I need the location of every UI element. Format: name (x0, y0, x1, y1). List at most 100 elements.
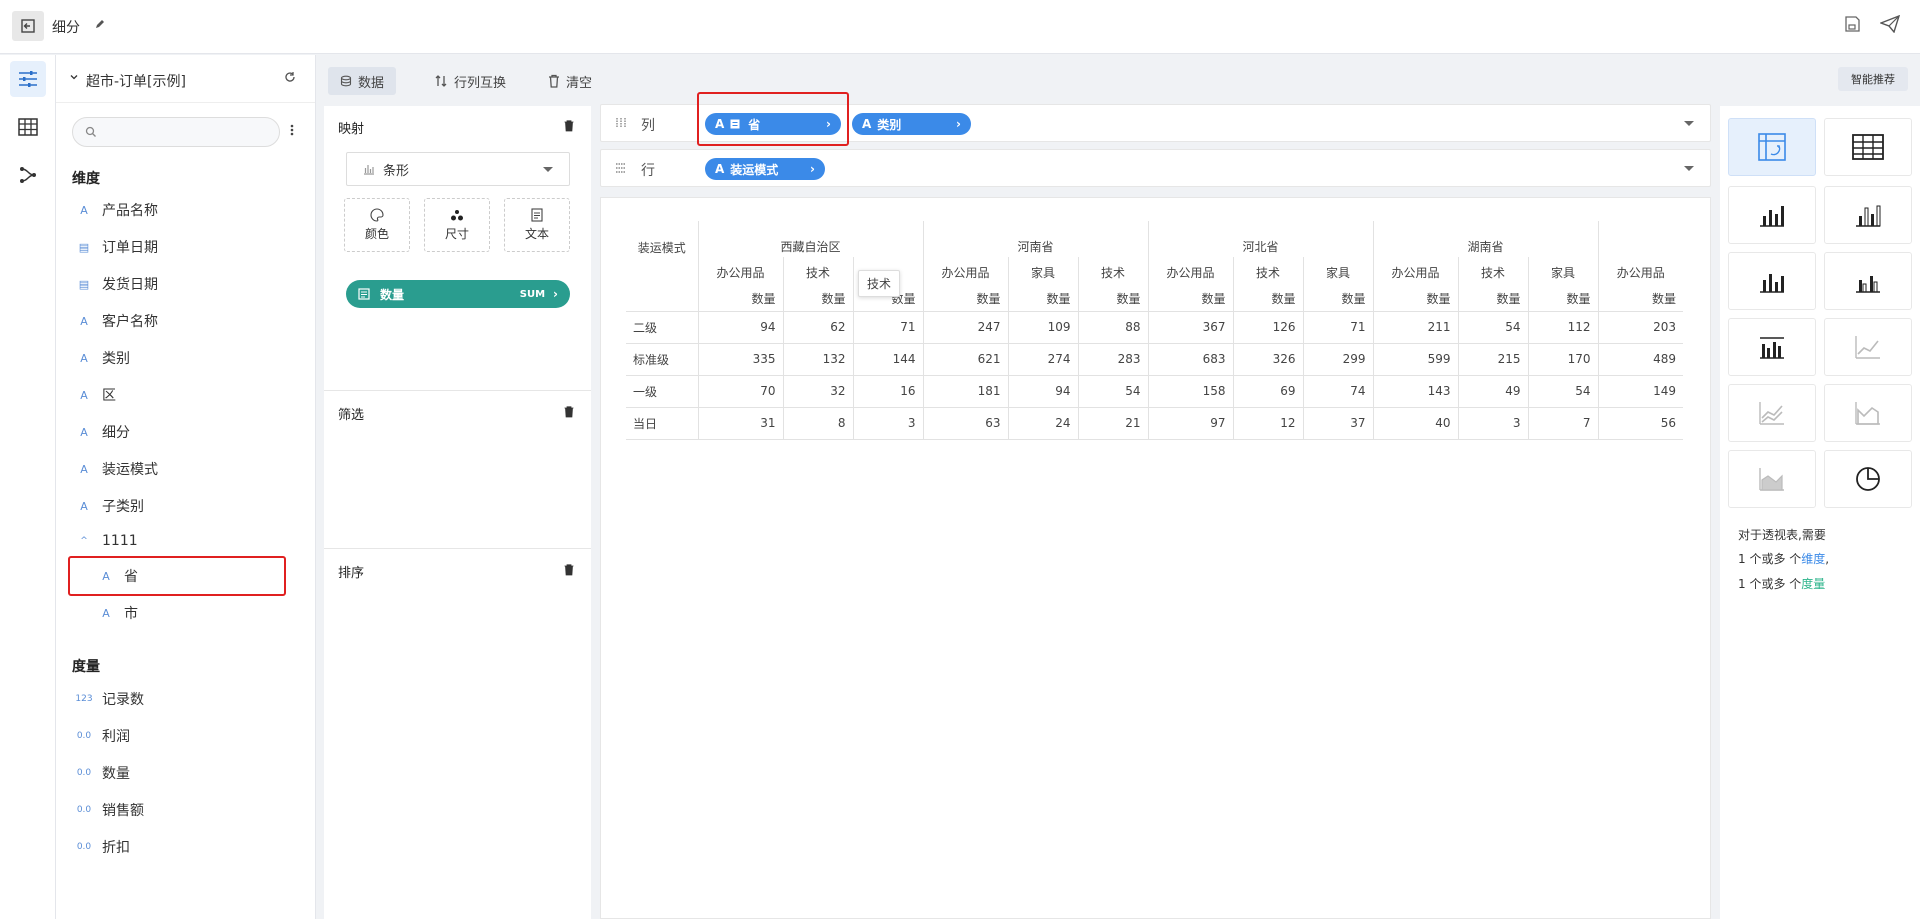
field-item[interactable]: A 细分 (72, 420, 302, 444)
trash-icon[interactable] (564, 406, 574, 418)
data-tab-button[interactable]: 数据 (328, 67, 397, 95)
hint-measure: 度量 (1801, 577, 1826, 591)
category-header: 技术 (1457, 257, 1528, 287)
sliders-icon (19, 71, 37, 87)
line-type-button[interactable] (1824, 318, 1912, 376)
save-icon[interactable] (1843, 15, 1861, 37)
province-header: 西藏自治区 (697, 221, 923, 257)
field-item[interactable]: A 子类别 (72, 494, 302, 518)
table-cell: 170 (1527, 342, 1598, 375)
row-shelf[interactable]: 行 A 装运模式 › (600, 149, 1711, 187)
smart-recommend-button[interactable]: 智能推荐 (1838, 67, 1908, 91)
multi-bar-chart-icon (1760, 337, 1784, 359)
chart-type-label: 条形 (383, 163, 410, 179)
clear-label: 清空 (566, 75, 593, 91)
table-type-button[interactable] (1824, 118, 1912, 176)
field-item[interactable]: A 装运模式 (72, 457, 302, 481)
clear-button[interactable]: 清空 (536, 67, 604, 95)
chevron-up-icon: ^ (80, 536, 88, 546)
chevron-right-icon: › (810, 162, 815, 176)
field-item[interactable]: 123 记录数 (72, 687, 302, 711)
palette-icon (370, 208, 384, 222)
rail-flow[interactable] (10, 157, 46, 193)
field-item[interactable]: A区 (72, 383, 302, 407)
flow-icon (20, 167, 36, 183)
measure-pill[interactable]: 数量 SUM › (346, 280, 570, 308)
pie-chart-icon (1856, 467, 1880, 491)
dropdown-caret-icon[interactable] (1684, 166, 1694, 171)
table-cell: 274 (1007, 342, 1078, 375)
category-header: 技术 (782, 257, 853, 287)
pivot-table-type-button[interactable] (1728, 118, 1816, 176)
field-item[interactable]: A 产品名称 (72, 198, 302, 222)
field-item[interactable]: ▤ 发货日期 (72, 272, 302, 296)
pivot-table: 装运模式 西藏自治区 河南省 河北省 湖南省 办公用品 技术 办公用品 家具 技… (626, 221, 1683, 440)
field-item[interactable]: A 类别 (72, 346, 302, 370)
field-item[interactable]: ▤ 订单日期 (72, 235, 302, 259)
filter-title: 筛选 (338, 408, 365, 423)
table-cell: 74 (1302, 374, 1373, 407)
stacked-bar-type-button[interactable] (1824, 186, 1912, 244)
chevron-down-icon (70, 75, 78, 80)
province-header: 湖南省 (1372, 221, 1598, 257)
grouped-column-type-button[interactable] (1824, 252, 1912, 310)
field-group-1111[interactable]: ^ 1111 (72, 529, 302, 553)
table-cell: 70 (697, 374, 783, 407)
dropdown-caret-icon[interactable] (1684, 121, 1694, 126)
pie-type-button[interactable] (1824, 450, 1912, 508)
row-label: 标准级 (626, 342, 698, 375)
edit-title-icon[interactable] (94, 18, 106, 34)
chart-type-select[interactable]: 条形 (346, 152, 570, 186)
text-type-icon: A (102, 606, 110, 620)
rail-table[interactable] (10, 109, 46, 145)
field-item-city[interactable]: A市 (94, 601, 324, 625)
multi-bar-type-button[interactable] (1728, 318, 1816, 376)
field-search-input[interactable] (72, 117, 280, 147)
field-item[interactable]: 0.0 销售额 (72, 798, 302, 822)
sort-title: 排序 (338, 566, 365, 581)
rail-settings[interactable] (10, 61, 46, 97)
trash-icon[interactable] (564, 564, 574, 576)
field-label: 装运模式 (102, 462, 158, 478)
field-group-label: 1111 (102, 533, 138, 549)
hint-line: 对于透视表,需要 (1738, 528, 1826, 542)
area-type-button[interactable] (1824, 384, 1912, 442)
text-encoding-button[interactable]: 文本 (504, 198, 570, 252)
table-cell: 56 (1597, 406, 1683, 440)
field-item[interactable]: 0.0 折扣 (72, 835, 302, 859)
column-pill-category[interactable]: A 类别 › (852, 113, 971, 135)
grouped-column-chart-icon (1856, 276, 1880, 293)
data-tab-label: 数据 (358, 75, 385, 91)
row-pill-ship-mode[interactable]: A 装运模式 › (705, 158, 825, 180)
stacked-area-type-button[interactable] (1728, 450, 1816, 508)
chevron-right-icon: › (956, 117, 961, 131)
text-type-icon: A (80, 462, 88, 476)
column-type-button[interactable] (1728, 252, 1816, 310)
publish-icon[interactable] (1879, 14, 1901, 37)
hint-text: 1 个或多 个 (1738, 577, 1802, 591)
datasource-selector[interactable]: 超市-订单[示例] (56, 55, 315, 103)
measure-pill-label: 数量 (380, 287, 405, 302)
field-label: 折扣 (102, 840, 130, 856)
table-row: 二级 94 62 71 247 109 88 367 126 71 211 54 112 203 (626, 310, 1683, 343)
bar-type-button[interactable] (1728, 186, 1816, 244)
field-item[interactable]: A 客户名称 (72, 309, 302, 333)
refresh-icon[interactable] (284, 71, 296, 83)
color-encoding-button[interactable]: 颜色 (344, 198, 410, 252)
field-label: 类别 (102, 351, 130, 367)
table-cell: 71 (852, 310, 923, 343)
trash-icon[interactable] (564, 120, 574, 132)
pivot-table-icon (1758, 133, 1786, 161)
back-button[interactable] (12, 11, 44, 41)
table-cell: 21 (1077, 406, 1148, 440)
category-header: 家具 (1007, 257, 1078, 287)
field-item[interactable]: 0.0 利润 (72, 724, 302, 748)
table-cell: 144 (852, 342, 923, 375)
table-cell: 54 (1527, 374, 1598, 407)
size-encoding-button[interactable]: 尺寸 (424, 198, 490, 252)
text-type-icon: A (80, 388, 88, 402)
more-icon[interactable] (290, 124, 294, 136)
multi-line-type-button[interactable] (1728, 384, 1816, 442)
field-item[interactable]: 0.0 数量 (72, 761, 302, 785)
swap-rows-columns-button[interactable]: 行列互换 (422, 67, 518, 95)
